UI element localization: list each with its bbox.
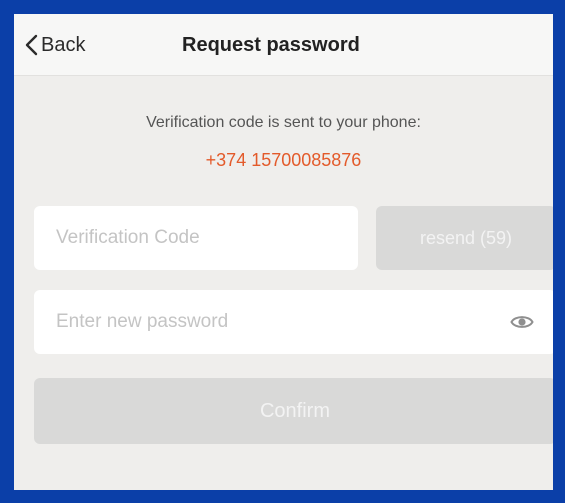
new-password-input[interactable] [34, 290, 494, 354]
verification-code-input[interactable] [34, 206, 358, 270]
verification-notice: Verification code is sent to your phone: [146, 114, 421, 131]
page-title: Request password [182, 34, 360, 56]
back-label: Back [41, 33, 86, 56]
confirm-button[interactable]: Confirm [34, 378, 553, 444]
back-button[interactable]: Back [24, 29, 85, 61]
chevron-left-icon [25, 34, 38, 56]
eye-icon[interactable] [510, 311, 534, 333]
phone-number: +374 15700085876 [205, 150, 362, 170]
navigation-bar: Back Request password [14, 14, 553, 76]
new-password-field [34, 290, 553, 354]
request-password-screen: Back Request password Verification code … [14, 14, 553, 490]
resend-button[interactable]: resend (59) [376, 206, 553, 270]
